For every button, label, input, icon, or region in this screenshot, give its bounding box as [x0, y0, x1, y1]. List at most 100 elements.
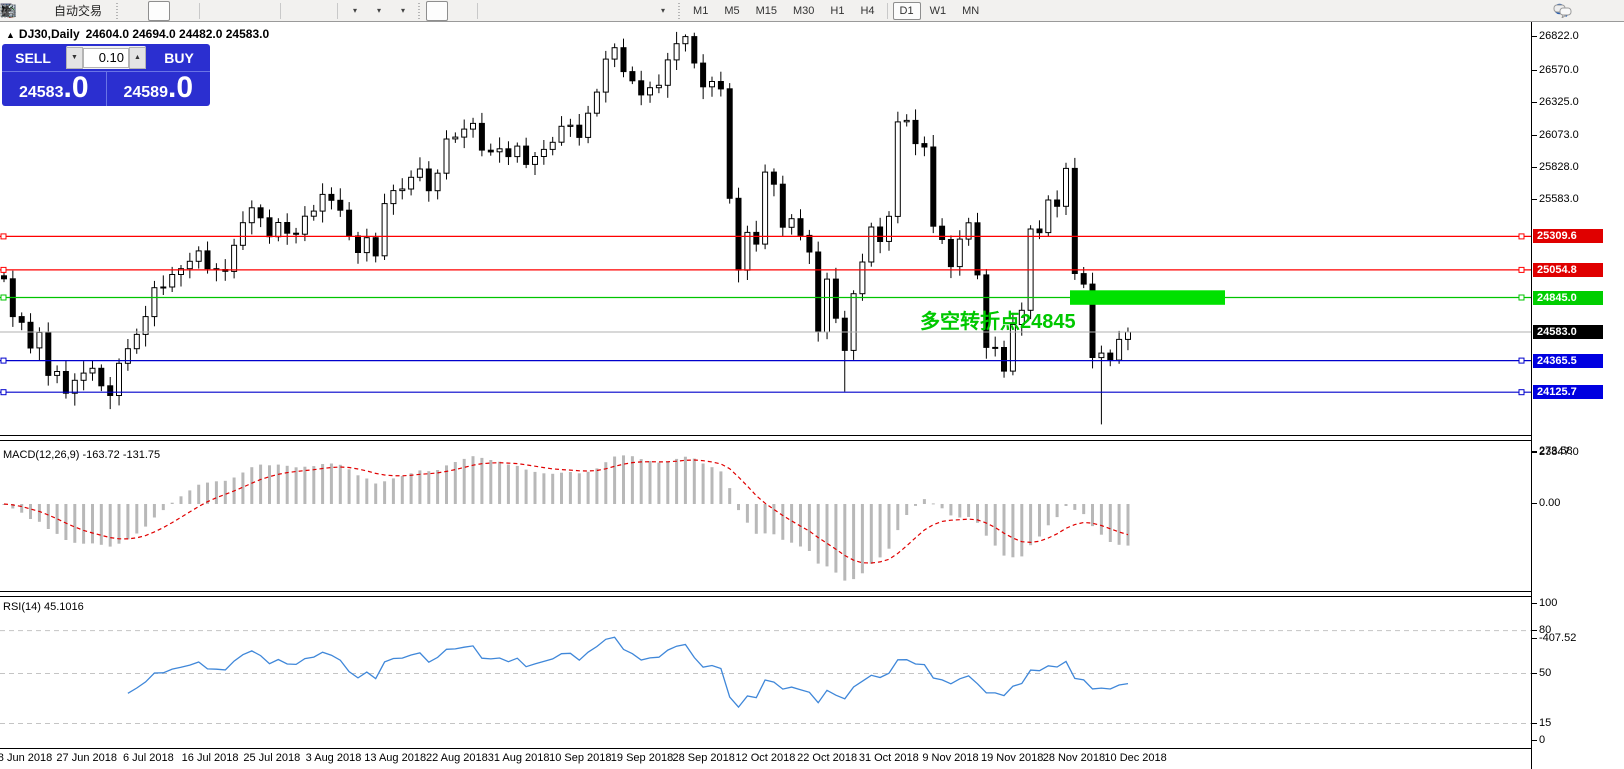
time-axis[interactable]: 8 Jun 201827 Jun 20186 Jul 201816 Jul 20…	[0, 749, 1531, 769]
toolbar-grip[interactable]	[417, 3, 422, 19]
date-label: 10 Dec 2018	[1104, 752, 1166, 764]
annotation-text[interactable]: 多空转折点24845	[920, 309, 1076, 333]
rsi-axis-label: 15	[1539, 717, 1551, 729]
date-label: 19 Nov 2018	[981, 752, 1043, 764]
price-level-badge: 24125.7	[1533, 385, 1603, 399]
date-label: 31 Aug 2018	[488, 752, 550, 764]
rsi-axis-label: 100	[1539, 597, 1557, 609]
arrows-button[interactable]: ▾	[651, 1, 673, 21]
text-label-icon[interactable]: T	[627, 1, 649, 21]
line-handle[interactable]	[1519, 390, 1524, 395]
chat-icon[interactable]	[1591, 1, 1613, 21]
date-label: 22 Oct 2018	[797, 752, 857, 764]
zoom-in-icon[interactable]	[205, 1, 227, 21]
fibonacci-icon[interactable]: F	[579, 1, 601, 21]
trendline-icon[interactable]	[531, 1, 553, 21]
periods-button[interactable]: ▾	[367, 1, 389, 21]
buy-price[interactable]: 24589 .0	[107, 72, 211, 106]
vertical-line-icon[interactable]	[483, 1, 505, 21]
indicator-window-add-icon[interactable]	[286, 1, 308, 21]
line-handle[interactable]	[1, 295, 6, 300]
chevron-down-icon: ▾	[401, 6, 405, 15]
volume-decrease-button[interactable]: ▼	[66, 47, 83, 69]
macd-label: MACD(12,26,9) -163.72 -131.75	[3, 449, 160, 461]
line-handle[interactable]	[1519, 358, 1524, 363]
date-label: 19 Sep 2018	[611, 752, 673, 764]
tab-timeframe-d1[interactable]: D1	[893, 2, 921, 20]
macd-axis-zero: 0.00	[1539, 497, 1560, 509]
candlestick-chart-icon[interactable]	[148, 1, 170, 21]
price-level-badge: 24845.0	[1533, 291, 1603, 305]
tab-timeframe-mn[interactable]: MN	[955, 2, 986, 20]
panel-splitter[interactable]	[0, 435, 1531, 441]
rsi-panel[interactable]	[0, 598, 1531, 748]
axis-tick-label: 25583.0	[1539, 193, 1579, 205]
one-click-trading-panel: SELL ▼ 0.10 ▲ BUY 24583 .0 24589 .0	[2, 44, 210, 106]
line-handle[interactable]	[1, 358, 6, 363]
toolbar-separator	[280, 3, 281, 19]
sell-price[interactable]: 24583 .0	[2, 72, 107, 106]
price-axis[interactable]: 26822.026570.026325.026073.025828.025583…	[1531, 22, 1624, 769]
price-level-badge: 25054.8	[1533, 263, 1603, 277]
cursor-icon[interactable]	[426, 1, 448, 21]
tile-windows-icon[interactable]	[253, 1, 275, 21]
date-label: 28 Sep 2018	[672, 752, 734, 764]
chevron-down-icon: ▾	[661, 6, 665, 15]
panel-splitter[interactable]	[0, 591, 1531, 597]
line-chart-icon[interactable]	[172, 1, 194, 21]
autotrading-label: 自动交易	[50, 2, 106, 19]
tab-timeframe-w1[interactable]: W1	[923, 2, 954, 20]
buy-button[interactable]: BUY	[148, 44, 210, 71]
line-handle[interactable]	[1, 267, 6, 272]
date-label: 22 Aug 2018	[426, 752, 488, 764]
zoom-out-icon[interactable]	[229, 1, 251, 21]
text-icon[interactable]: A	[603, 1, 625, 21]
rsi-axis-label: 50	[1539, 667, 1551, 679]
axis-tick-label: 26570.0	[1539, 64, 1579, 76]
indicator-window-remove-icon[interactable]	[310, 1, 332, 21]
line-handle[interactable]	[1, 234, 6, 239]
crosshair-icon[interactable]	[450, 1, 472, 21]
volume-input[interactable]: 0.10	[83, 48, 129, 68]
line-handle[interactable]	[1519, 267, 1524, 272]
green-highlight-rectangle[interactable]	[1070, 290, 1225, 305]
sell-price-frac: .0	[63, 73, 88, 103]
sell-button[interactable]: SELL	[2, 44, 64, 71]
date-label: 16 Jul 2018	[182, 752, 239, 764]
toolbar-grip[interactable]	[677, 3, 682, 19]
horizontal-line-icon[interactable]	[507, 1, 529, 21]
buy-price-frac: .0	[168, 73, 193, 103]
tab-timeframe-m1[interactable]: M1	[686, 2, 715, 20]
macd-panel[interactable]	[0, 446, 1531, 590]
add-indicator-button[interactable]: ▾	[343, 1, 365, 21]
autotrading-button[interactable]: 自动交易	[45, 1, 111, 21]
line-handle[interactable]	[1519, 234, 1524, 239]
rsi-value: 45.1016	[44, 601, 84, 613]
line-handle[interactable]	[1, 390, 6, 395]
date-label: 6 Jul 2018	[123, 752, 174, 764]
tab-timeframe-h4[interactable]: H4	[853, 2, 881, 20]
main-chart[interactable]: 多空转折点24845	[0, 22, 1531, 435]
chart-title: ▲DJ30,Daily24604.0 24694.0 24482.0 24583…	[6, 27, 269, 41]
mt4-window: 单 自动交易	[0, 0, 1624, 769]
templates-button[interactable]: ▾	[391, 1, 413, 21]
date-label: 27 Jun 2018	[56, 752, 117, 764]
date-label: 10 Sep 2018	[549, 752, 611, 764]
chevron-down-icon: ▾	[353, 6, 357, 15]
toolbar-grip[interactable]	[115, 3, 120, 19]
date-label: 28 Nov 2018	[1043, 752, 1105, 764]
tab-timeframe-m15[interactable]: M15	[749, 2, 784, 20]
tab-timeframe-h1[interactable]: H1	[823, 2, 851, 20]
volume-increase-button[interactable]: ▲	[129, 47, 146, 69]
line-handle[interactable]	[1519, 295, 1524, 300]
volume-stepper: ▼ 0.10 ▲	[66, 46, 146, 69]
price-level-badge: 24365.5	[1533, 354, 1603, 368]
equidistant-channel-icon[interactable]: E	[555, 1, 577, 21]
chart-window[interactable]: 多空转折点24845 ▲DJ30,Daily24604.0 24694.0 24…	[0, 22, 1531, 769]
bar-chart-icon[interactable]	[124, 1, 146, 21]
tab-timeframe-m30[interactable]: M30	[786, 2, 821, 20]
sell-price-main: 24583	[19, 84, 64, 102]
gold-icon[interactable]	[21, 1, 43, 21]
toolbar-separator	[477, 3, 478, 19]
tab-timeframe-m5[interactable]: M5	[717, 2, 746, 20]
